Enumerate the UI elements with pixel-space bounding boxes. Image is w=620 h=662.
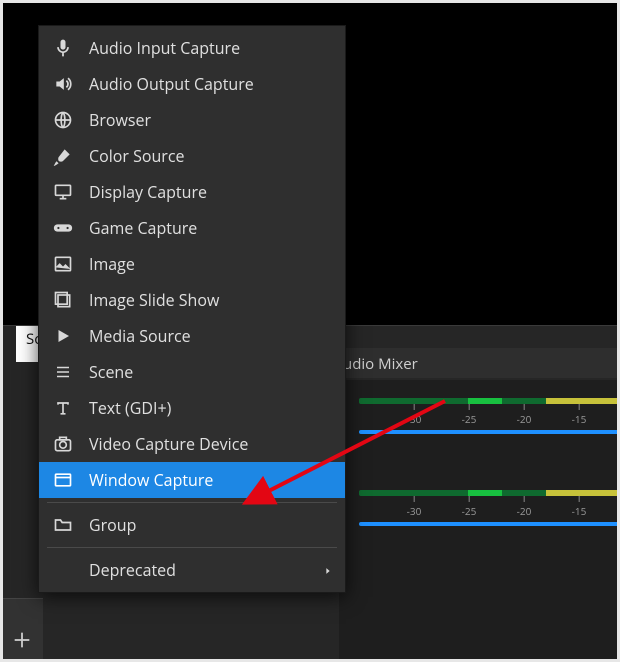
camera-icon xyxy=(51,432,75,456)
menu-item-label: Media Source xyxy=(89,325,191,347)
microphone-icon xyxy=(51,36,75,60)
ruler-tick: -30 xyxy=(407,496,422,518)
menu-item-label: Color Source xyxy=(89,145,184,167)
sources-toolbar xyxy=(3,598,43,659)
ruler-tick: -20 xyxy=(517,496,532,518)
audio-mixer-dock-header[interactable]: udio Mixer xyxy=(339,348,617,378)
menu-item-label: Image xyxy=(89,253,135,275)
menu-item-group[interactable]: Group xyxy=(39,507,345,543)
brush-icon xyxy=(51,144,75,168)
menu-item-scene[interactable]: Scene xyxy=(39,354,345,390)
ruler-tick: -30 xyxy=(407,404,422,426)
menu-item-label: Deprecated xyxy=(89,559,176,581)
menu-item-label: Game Capture xyxy=(89,217,197,239)
menu-separator xyxy=(47,547,337,548)
menu-item-label: Text (GDI+) xyxy=(89,397,171,419)
menu-item-browser[interactable]: Browser xyxy=(39,102,345,138)
menu-item-color-source[interactable]: Color Source xyxy=(39,138,345,174)
ruler-tick: -20 xyxy=(517,404,532,426)
ruler-tick: -25 xyxy=(462,404,477,426)
ruler-tick: -25 xyxy=(462,496,477,518)
audio-meter-ruler: -30 -25 -20 -15 xyxy=(359,404,617,428)
menu-item-label: Image Slide Show xyxy=(89,289,219,311)
menu-item-video-capture-device[interactable]: Video Capture Device xyxy=(39,426,345,462)
audio-slider[interactable] xyxy=(359,522,617,526)
menu-item-media-source[interactable]: Media Source xyxy=(39,318,345,354)
audio-mixer-panel: -30 -25 -20 -15 -30 -25 -20 -15 xyxy=(339,380,617,659)
menu-item-display-capture[interactable]: Display Capture xyxy=(39,174,345,210)
menu-item-label: Browser xyxy=(89,109,151,131)
add-source-context-menu: Audio Input Capture Audio Output Capture… xyxy=(38,25,346,593)
slideshow-icon xyxy=(51,288,75,312)
menu-separator xyxy=(47,502,337,503)
ruler-tick: -15 xyxy=(572,496,587,518)
gamepad-icon xyxy=(51,216,75,240)
menu-item-game-capture[interactable]: Game Capture xyxy=(39,210,345,246)
window-icon xyxy=(51,468,75,492)
menu-item-label: Window Capture xyxy=(89,469,213,491)
list-icon xyxy=(51,360,75,384)
speaker-icon xyxy=(51,72,75,96)
monitor-icon xyxy=(51,180,75,204)
menu-item-window-capture[interactable]: Window Capture xyxy=(39,462,345,498)
add-source-button[interactable] xyxy=(11,629,33,651)
play-icon xyxy=(51,324,75,348)
menu-item-label: Audio Input Capture xyxy=(89,37,240,59)
globe-icon xyxy=(51,108,75,132)
menu-item-label: Group xyxy=(89,514,136,536)
menu-item-image-slide-show[interactable]: Image Slide Show xyxy=(39,282,345,318)
submenu-arrow-icon xyxy=(323,559,333,581)
image-icon xyxy=(51,252,75,276)
menu-item-image[interactable]: Image xyxy=(39,246,345,282)
menu-item-text-gdi[interactable]: Text (GDI+) xyxy=(39,390,345,426)
menu-item-label: Scene xyxy=(89,361,133,383)
audio-meter-ruler: -30 -25 -20 -15 xyxy=(359,496,617,520)
ruler-tick: -15 xyxy=(572,404,587,426)
menu-item-label: Video Capture Device xyxy=(89,433,248,455)
menu-item-audio-input-capture[interactable]: Audio Input Capture xyxy=(39,30,345,66)
menu-item-audio-output-capture[interactable]: Audio Output Capture xyxy=(39,66,345,102)
audio-slider[interactable] xyxy=(359,430,617,434)
menu-item-label: Audio Output Capture xyxy=(89,73,254,95)
folder-icon xyxy=(51,513,75,537)
text-icon xyxy=(51,396,75,420)
menu-item-label: Display Capture xyxy=(89,181,207,203)
menu-item-deprecated[interactable]: Deprecated xyxy=(39,552,345,588)
